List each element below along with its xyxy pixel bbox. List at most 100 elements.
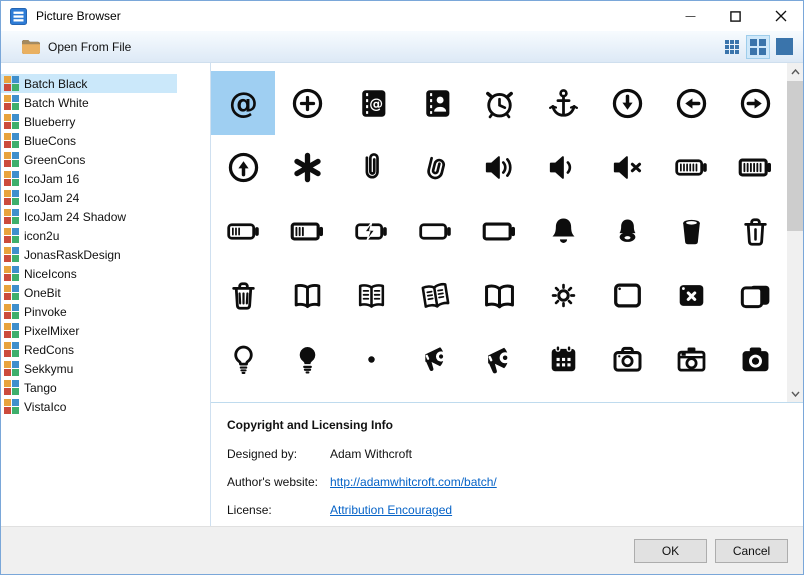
volume-mute-icon <box>609 149 646 186</box>
grid-cell-battery-low-2[interactable] <box>275 199 339 263</box>
sidebar-item-onebit[interactable]: OneBit <box>1 283 177 302</box>
grid-cell-attachment[interactable] <box>339 135 403 199</box>
sidebar-item-pinvoke[interactable]: Pinvoke <box>1 302 177 321</box>
grid-cell-bulb-filled[interactable] <box>275 327 339 391</box>
grid-cell-bin-2[interactable] <box>723 199 787 263</box>
grid-cell-book-open[interactable] <box>275 263 339 327</box>
sidebar-item-blueberry[interactable]: Blueberry <box>1 112 177 131</box>
sidebar-item-redcons[interactable]: RedCons <box>1 340 177 359</box>
sidebar-item-icojam-24-shadow[interactable]: IcoJam 24 Shadow <box>1 207 177 226</box>
main-panel: @@ Copyright and Licensing Info Designed… <box>210 63 803 526</box>
asterisk-icon <box>289 149 326 186</box>
grid-cell-bullet[interactable] <box>339 327 403 391</box>
sidebar-item-label: Pinvoke <box>24 305 67 319</box>
grid-cell-anchor[interactable] <box>531 71 595 135</box>
sidebar-item-jonasraskdesign[interactable]: JonasRaskDesign <box>1 245 177 264</box>
at-icon: @ <box>225 85 262 122</box>
scrollbar-thumb[interactable] <box>787 81 803 231</box>
grid-cell-arrow-up-circle[interactable] <box>211 135 275 199</box>
view-medium-button[interactable] <box>746 35 770 59</box>
minimize-button[interactable] <box>668 1 713 31</box>
grid-cell-volume-low[interactable] <box>531 135 595 199</box>
window-title: Picture Browser <box>36 9 121 23</box>
cancel-button[interactable]: Cancel <box>715 539 788 563</box>
grid-cell-battery-low[interactable] <box>211 199 275 263</box>
sidebar-item-batch-white[interactable]: Batch White <box>1 93 177 112</box>
grid-cell-at[interactable]: @ <box>211 71 275 135</box>
grid-cell-address-book-user[interactable] <box>403 71 467 135</box>
grid-cell-browser[interactable] <box>595 263 659 327</box>
grid-cell-arrow-down-circle[interactable] <box>595 71 659 135</box>
grid-cell-camera[interactable] <box>595 327 659 391</box>
ok-button[interactable]: OK <box>634 539 707 563</box>
sidebar-item-label: PixelMixer <box>24 324 79 338</box>
sidebar-item-icon2u[interactable]: icon2u <box>1 226 177 245</box>
copyright-link[interactable]: http://adamwhitcroft.com/batch/ <box>330 475 497 489</box>
vertical-scrollbar[interactable] <box>787 63 803 402</box>
browser-x-icon <box>673 277 710 314</box>
sidebar-item-batch-black[interactable]: Batch Black <box>1 74 177 93</box>
icon-set-thumbnail <box>4 380 19 395</box>
grid-cell-battery-full[interactable] <box>659 135 723 199</box>
sidebar-item-vistaico[interactable]: VistaIco <box>1 397 177 416</box>
sidebar-item-tango[interactable]: Tango <box>1 378 177 397</box>
grid-cell-bullhorn[interactable] <box>403 327 467 391</box>
grid-cell-browser-x[interactable] <box>659 263 723 327</box>
grid-cell-camera-filled[interactable] <box>723 327 787 391</box>
scroll-up-button[interactable] <box>787 63 803 80</box>
sidebar-item-greencons[interactable]: GreenCons <box>1 150 177 169</box>
copyright-link[interactable]: Attribution Encouraged <box>330 503 452 517</box>
scroll-down-button[interactable] <box>787 385 803 402</box>
grid-cell-battery-full-2[interactable] <box>723 135 787 199</box>
grid-cell-volume-high[interactable] <box>467 135 531 199</box>
sidebar-item-bluecons[interactable]: BlueCons <box>1 131 177 150</box>
sidebar-item-sekkymu[interactable]: Sekkymu <box>1 359 177 378</box>
sidebar-item-label: Blueberry <box>24 115 75 129</box>
sidebar-item-icojam-24[interactable]: IcoJam 24 <box>1 188 177 207</box>
grid-cell-battery-charging[interactable] <box>339 199 403 263</box>
sidebar-item-label: NiceIcons <box>24 267 77 281</box>
bell-icon <box>545 213 582 250</box>
grid-cell-add-circle[interactable] <box>275 71 339 135</box>
grid-cell-bell-2[interactable] <box>595 199 659 263</box>
sidebar-item-pixelmixer[interactable]: PixelMixer <box>1 321 177 340</box>
grid-cell-bin-3[interactable] <box>211 263 275 327</box>
grid-cell-brightness[interactable] <box>531 263 595 327</box>
grid-cell-bell[interactable] <box>531 199 595 263</box>
volume-low-icon <box>545 149 582 186</box>
camera-filled-icon <box>737 341 774 378</box>
grid-cell-camera-retro[interactable] <box>659 327 723 391</box>
grid-cell-alarm-clock[interactable] <box>467 71 531 135</box>
grid-cell-attachment-2[interactable] <box>403 135 467 199</box>
grid-cell-address-book-at[interactable]: @ <box>339 71 403 135</box>
open-from-file-button[interactable]: Open From File <box>18 38 135 56</box>
view-large-button[interactable] <box>772 35 796 59</box>
close-button[interactable] <box>758 1 803 31</box>
grid-cell-volume-mute[interactable] <box>595 135 659 199</box>
grid-cell-bullhorn-2[interactable] <box>467 327 531 391</box>
grid-cell-calendar[interactable] <box>531 327 595 391</box>
grid-cell-browsers[interactable] <box>723 263 787 327</box>
battery-low-icon <box>225 213 262 250</box>
grid-cell-book-open-2[interactable] <box>467 263 531 327</box>
icon-set-thumbnail <box>4 209 19 224</box>
sidebar-item-niceicons[interactable]: NiceIcons <box>1 264 177 283</box>
browsers-icon <box>737 277 774 314</box>
grid-cell-arrow-left-circle[interactable] <box>659 71 723 135</box>
grid-cell-arrow-right-circle[interactable] <box>723 71 787 135</box>
grid-cell-battery-empty-2[interactable] <box>467 199 531 263</box>
icon-set-thumbnail <box>4 190 19 205</box>
grid-cell-bin[interactable] <box>659 199 723 263</box>
grid-cell-battery-empty[interactable] <box>403 199 467 263</box>
maximize-button[interactable] <box>713 1 758 31</box>
attachment-2-icon <box>417 149 454 186</box>
sidebar-item-label: Tango <box>24 381 57 395</box>
grid-cell-book-lines[interactable] <box>403 263 467 327</box>
sidebar-item-label: icon2u <box>24 229 59 243</box>
grid-cell-book-open-lines[interactable] <box>339 263 403 327</box>
sidebar-item-icojam-16[interactable]: IcoJam 16 <box>1 169 177 188</box>
grid-cell-bulb[interactable] <box>211 327 275 391</box>
grid-cell-asterisk[interactable] <box>275 135 339 199</box>
battery-empty-icon <box>417 213 454 250</box>
view-small-button[interactable] <box>720 35 744 59</box>
